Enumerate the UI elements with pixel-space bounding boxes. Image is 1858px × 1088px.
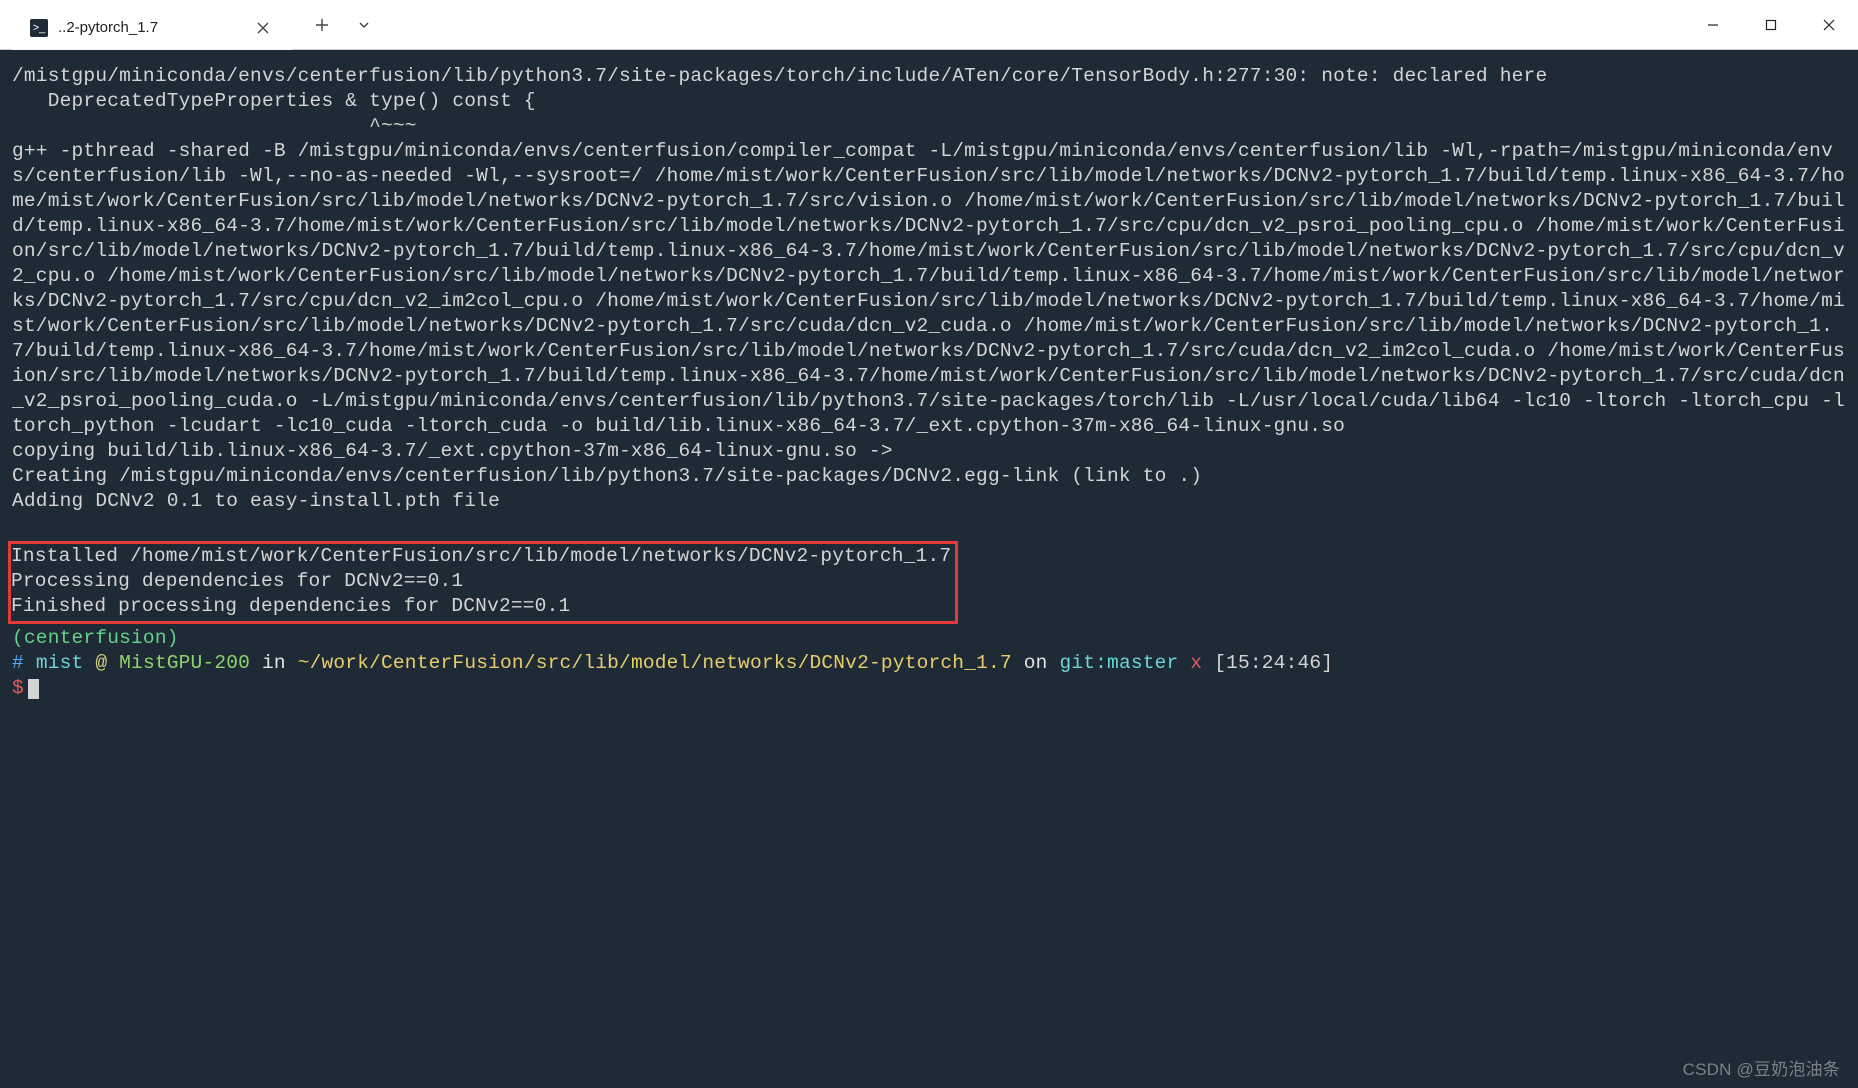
prompt-time: [15:24:46] (1214, 652, 1333, 674)
browser-tab[interactable]: >_ ..2-pytorch_1.7 (12, 6, 292, 50)
install-success-highlight: Installed /home/mist/work/CenterFusion/s… (8, 541, 958, 624)
compile-note-output: /mistgpu/miniconda/envs/centerfusion/lib… (12, 65, 1547, 137)
minimize-button[interactable] (1684, 0, 1742, 49)
prompt-dirty-indicator: x (1190, 652, 1202, 674)
tab-close-button[interactable] (252, 17, 274, 39)
close-window-button[interactable] (1800, 0, 1858, 49)
tab-dropdown-button[interactable] (346, 7, 382, 43)
title-bar: >_ ..2-pytorch_1.7 (0, 0, 1858, 50)
window-controls (1684, 0, 1858, 49)
prompt-git: git: (1059, 652, 1107, 674)
conda-env-label: (centerfusion) (12, 627, 179, 649)
maximize-button[interactable] (1742, 0, 1800, 49)
terminal-icon: >_ (30, 19, 48, 37)
prompt-at: @ (95, 652, 107, 674)
prompt-on: on (1024, 652, 1048, 674)
tab-title-label: ..2-pytorch_1.7 (58, 19, 242, 36)
prompt-user: mist (36, 652, 84, 674)
prompt-host: MistGPU-200 (119, 652, 250, 674)
terminal-output[interactable]: /mistgpu/miniconda/envs/centerfusion/lib… (0, 50, 1858, 1088)
copy-create-output: copying build/lib.linux-x86_64-3.7/_ext.… (12, 440, 1202, 512)
gpp-link-output: g++ -pthread -shared -B /mistgpu/minicon… (12, 140, 1845, 437)
prompt-hash: # (12, 652, 24, 674)
watermark-label: CSDN @豆奶泡油条 (1683, 1057, 1840, 1082)
new-tab-button[interactable] (304, 7, 340, 43)
cursor-icon (28, 679, 39, 699)
prompt-path: ~/work/CenterFusion/src/lib/model/networ… (298, 652, 1012, 674)
prompt-dollar: $ (12, 677, 24, 699)
prompt-branch: master (1107, 652, 1178, 674)
prompt-in: in (262, 652, 286, 674)
